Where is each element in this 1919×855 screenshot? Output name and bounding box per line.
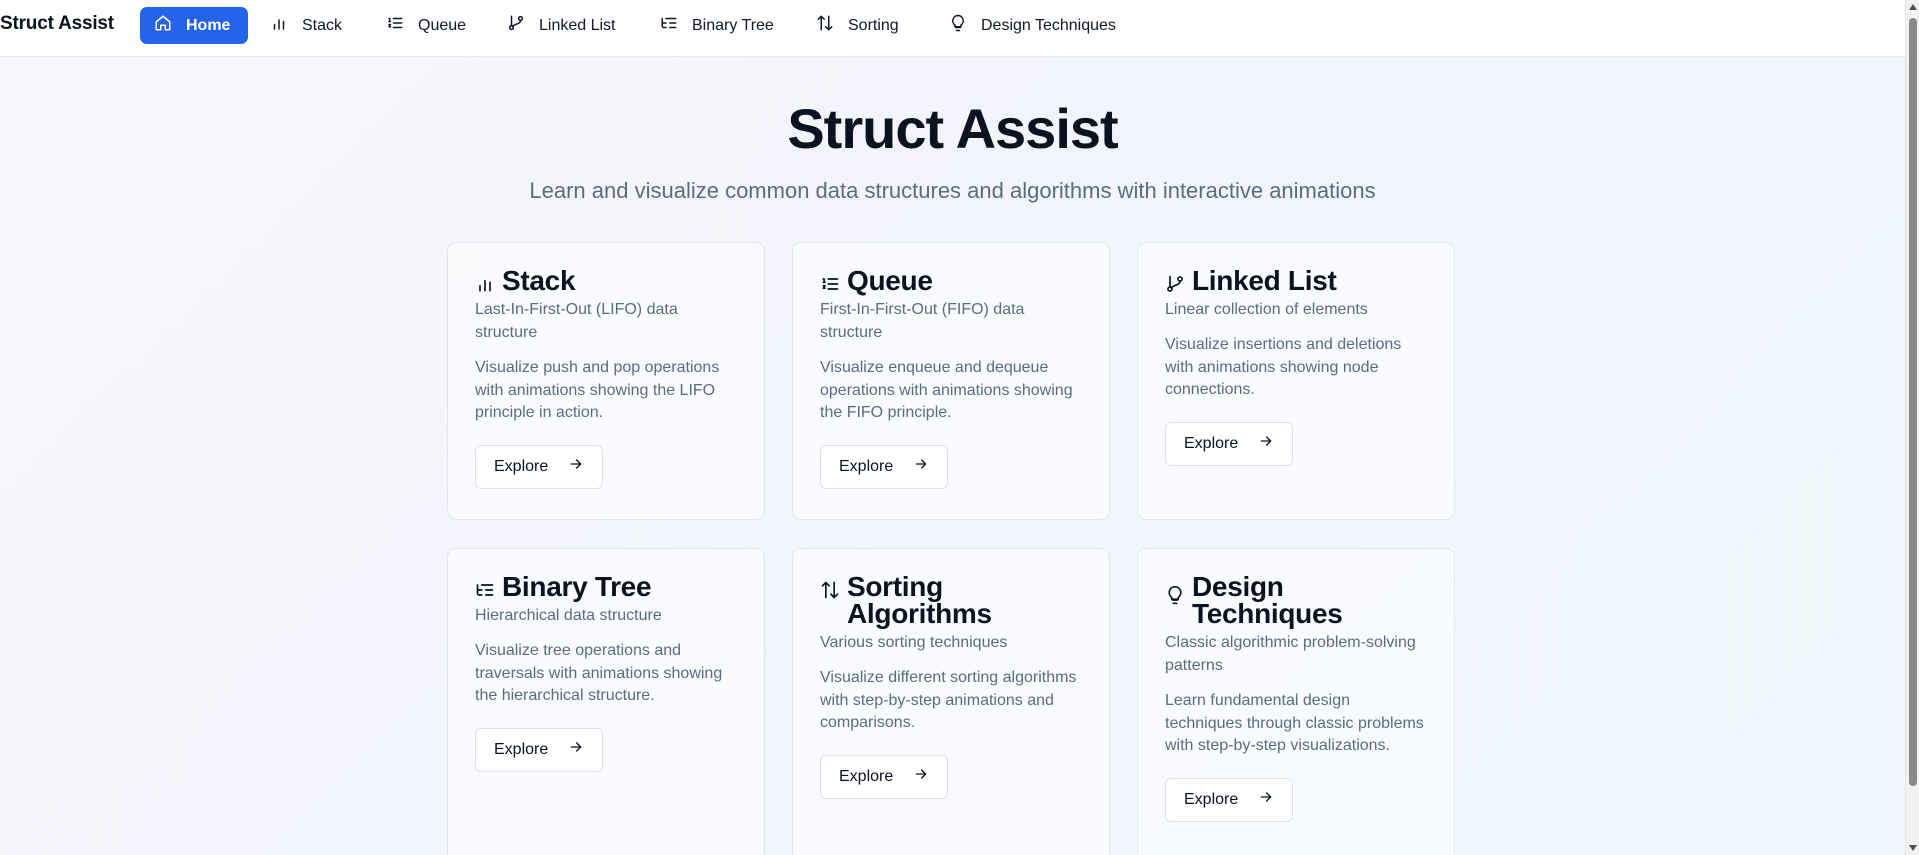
nav-item-linked-list[interactable]: Linked List [493, 7, 630, 44]
card-title: Queue [847, 265, 933, 296]
explore-button[interactable]: Explore [475, 444, 604, 489]
list-ordered-icon [820, 274, 840, 294]
arrow-right-icon [1258, 433, 1274, 454]
nav-item-label: Stack [302, 16, 343, 34]
nav-item-stack[interactable]: Stack [256, 7, 356, 44]
explore-button[interactable]: Explore [820, 444, 949, 489]
arrow-right-icon [1258, 789, 1274, 810]
home-icon [154, 14, 172, 37]
vertical-scrollbar[interactable] [1905, 0, 1919, 855]
explore-button-label: Explore [494, 740, 549, 758]
arrow-up-down-icon [820, 580, 840, 600]
card-description: Visualize tree operations and traversals… [475, 642, 723, 704]
nav-item-label: Queue [418, 16, 467, 34]
explore-button-label: Explore [839, 767, 894, 785]
card-tagline: Various sorting techniques [820, 634, 1008, 651]
card-design-techniques: Design Techniques Classic algorithmic pr… [1137, 548, 1455, 855]
git-branch-icon [507, 14, 525, 37]
card-description: Visualize insertions and deletions with … [1165, 336, 1402, 398]
nav-item-label: Home [186, 16, 231, 34]
card-title: Stack [502, 265, 576, 296]
brand-logo[interactable]: Struct Assist [0, 13, 114, 35]
list-tree-icon [660, 14, 678, 37]
nav-item-design-techniques[interactable]: Design Techniques [935, 7, 1130, 44]
bar-chart-icon [475, 274, 495, 294]
card-linked-list: Linked List Linear collection of element… [1137, 242, 1455, 520]
nav-item-queue[interactable]: Queue [372, 7, 480, 44]
card-binary-tree: Binary Tree Hierarchical data structure … [447, 548, 765, 855]
card-sorting-algorithms: Sorting Algorithms Various sorting techn… [792, 548, 1110, 855]
explore-button[interactable]: Explore [475, 727, 604, 772]
lightbulb-icon [949, 14, 967, 37]
list-tree-icon [475, 580, 495, 600]
card-queue: Queue First-In-First-Out (FIFO) data str… [792, 242, 1110, 520]
nav-item-home[interactable]: Home [140, 7, 248, 44]
arrow-right-icon [913, 456, 929, 477]
card-tagline: Hierarchical data structure [475, 607, 662, 624]
page-subtitle: Learn and visualize common data structur… [529, 178, 1376, 203]
explore-button[interactable]: Explore [1165, 421, 1294, 466]
card-tagline: Classic algorithmic problem-solving patt… [1165, 634, 1416, 674]
arrow-right-icon [913, 766, 929, 787]
scrollbar-thumb[interactable] [1909, 18, 1917, 786]
scroll-up-arrow-icon[interactable] [1909, 4, 1917, 10]
card-title: Binary Tree [502, 571, 652, 602]
explore-button[interactable]: Explore [1165, 777, 1294, 822]
card-tagline: First-In-First-Out (FIFO) data structure [820, 301, 1025, 341]
card-title: Linked List [1192, 265, 1337, 296]
explore-button-label: Explore [1184, 434, 1239, 452]
nav-item-label: Sorting [848, 16, 899, 34]
card-stack: Stack Last-In-First-Out (LIFO) data stru… [447, 242, 765, 520]
page-title: Struct Assist [787, 97, 1118, 160]
explore-button-label: Explore [1184, 790, 1239, 808]
card-title: Design Techniques [1192, 571, 1343, 629]
scroll-down-arrow-icon[interactable] [1909, 845, 1917, 851]
bar-chart-icon [270, 14, 288, 37]
card-description: Learn fundamental design techniques thro… [1165, 692, 1424, 754]
card-description: Visualize enqueue and dequeue operations… [820, 359, 1073, 421]
nav-item-sorting[interactable]: Sorting [802, 7, 913, 44]
explore-button-label: Explore [494, 457, 549, 475]
card-tagline: Linear collection of elements [1165, 301, 1368, 318]
explore-button-label: Explore [839, 457, 894, 475]
lightbulb-icon [1165, 585, 1185, 605]
card-title: Sorting Algorithms [847, 571, 992, 629]
card-tagline: Last-In-First-Out (LIFO) data structure [475, 301, 678, 341]
nav-item-label: Binary Tree [692, 16, 774, 34]
nav-item-label: Design Techniques [981, 16, 1116, 34]
explore-button[interactable]: Explore [820, 754, 949, 799]
git-branch-icon [1165, 274, 1185, 294]
card-description: Visualize push and pop operations with a… [475, 359, 720, 421]
top-nav: Struct Assist Home Stack Queue Linked Li… [0, 0, 1905, 57]
arrow-up-down-icon [816, 14, 834, 37]
nav-item-binary-tree[interactable]: Binary Tree [646, 7, 788, 44]
arrow-right-icon [568, 456, 584, 477]
nav-item-label: Linked List [539, 16, 616, 34]
arrow-right-icon [568, 739, 584, 760]
list-ordered-icon [386, 14, 404, 37]
card-description: Visualize different sorting algorithms w… [820, 669, 1077, 731]
